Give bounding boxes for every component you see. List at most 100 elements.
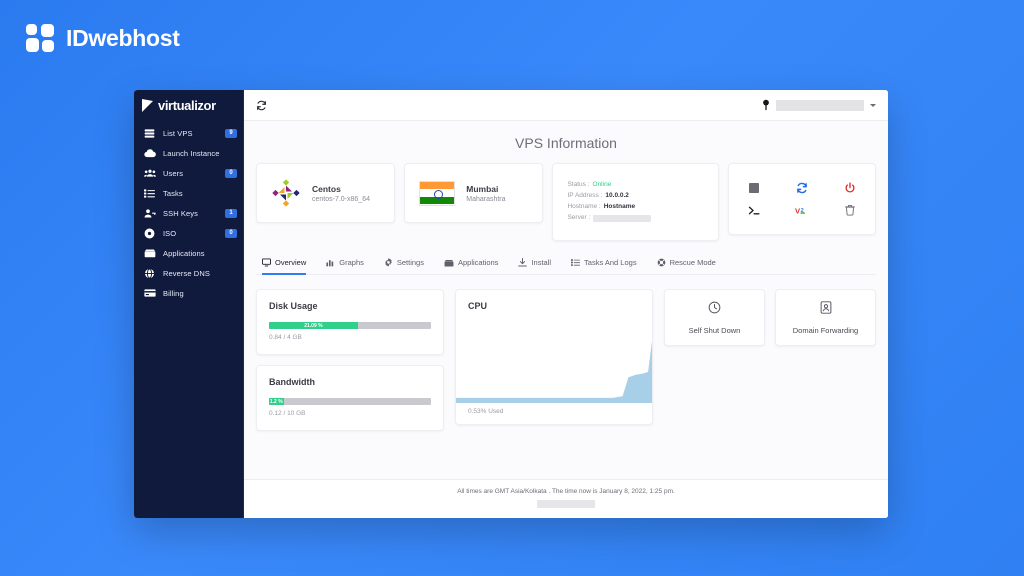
bandwidth-detail: 0.12 / 10 GB — [269, 410, 306, 417]
users-icon — [143, 168, 156, 178]
india-flag-icon — [419, 180, 456, 206]
server-value — [593, 214, 652, 222]
virtualizor-logo[interactable]: virtualizor — [134, 90, 244, 120]
sidebar-item-label: Users — [163, 168, 184, 178]
page-title: VPS Information — [515, 135, 617, 151]
tab-bar: Overview Graphs Settings Applications In… — [256, 252, 876, 275]
cpu-title: CPU — [468, 301, 488, 311]
tab-label: Settings — [396, 258, 424, 267]
console-button[interactable] — [730, 199, 778, 221]
sidebar-item-iso[interactable]: ISO 0 — [134, 223, 244, 243]
tab-label: Overview — [275, 258, 307, 267]
tab-install[interactable]: Install — [518, 252, 551, 275]
chevron-down-icon[interactable] — [870, 103, 876, 107]
footer: All times are GMT Asia/Kolkata . The tim… — [244, 479, 888, 518]
refresh-icon[interactable] — [256, 100, 267, 111]
status-value: Online — [592, 181, 612, 189]
sidebar-item-users[interactable]: Users 0 — [134, 163, 244, 183]
sidebar-item-launch-instance[interactable]: Launch Instance — [134, 143, 244, 163]
vnc-button[interactable]: V 2 — [778, 199, 826, 221]
bandwidth-bar: 1.2 % — [269, 398, 431, 405]
sidebar-item-reverse-dns[interactable]: Reverse DNS — [134, 263, 244, 283]
location-card: Mumbai Maharashtra — [404, 163, 544, 223]
account-name-value[interactable] — [776, 99, 864, 111]
sidebar-item-ssh-keys[interactable]: SSH Keys 1 — [134, 203, 244, 223]
brand-name: IDwebhost — [66, 24, 180, 51]
tab-overview[interactable]: Overview — [262, 252, 307, 275]
disk-usage-bar-fill: 21.09 % — [269, 322, 358, 329]
sidebar: virtualizor List VPS 9 Launch Instance U… — [134, 90, 244, 518]
disk-usage-detail: 0.84 / 4 GB — [269, 334, 302, 341]
power-button[interactable] — [826, 177, 874, 199]
os-card: Centos centos-7.0-x86_64 — [256, 163, 396, 223]
tab-label: Rescue Mode — [669, 258, 716, 267]
restart-button[interactable] — [778, 177, 826, 199]
disk-usage-card: Disk Usage 21.09 % 0.84 / 4 GB — [256, 289, 444, 355]
clock-icon — [708, 301, 721, 319]
hostname-row: Hostname : Hostname — [567, 203, 704, 212]
tab-label: Install — [531, 258, 552, 267]
location-region: Maharashtra — [466, 195, 506, 203]
sidebar-item-tasks[interactable]: Tasks — [134, 183, 244, 203]
os-text: Centos centos-7.0-x86_64 — [312, 184, 370, 203]
sidebar-item-billing[interactable]: Billing — [134, 283, 244, 303]
footer-text: All times are GMT Asia/Kolkata . The tim… — [457, 488, 675, 495]
virtualizor-logo-text: virtualizor — [158, 98, 216, 113]
hostname-label: Hostname : — [567, 203, 601, 210]
task-list-icon — [143, 188, 156, 199]
sidebar-item-label: Applications — [163, 248, 205, 258]
trash-button[interactable] — [826, 199, 874, 221]
domain-forwarding-tile[interactable]: Domain Forwarding — [775, 289, 876, 346]
sidebar-badge: 0 — [225, 228, 237, 238]
sidebar-item-list-vps[interactable]: List VPS 9 — [134, 123, 244, 143]
usage-column: Disk Usage 21.09 % 0.84 / 4 GB Bandwidth — [256, 289, 444, 431]
os-template: centos-7.0-x86_64 — [312, 195, 370, 203]
server-list-icon — [143, 128, 156, 139]
sidebar-nav: List VPS 9 Launch Instance Users 0 Tasks… — [134, 120, 244, 303]
apps-box-icon — [143, 248, 156, 258]
tab-rescue-mode[interactable]: Rescue Mode — [657, 252, 716, 275]
sidebar-badge: 0 — [225, 168, 237, 178]
sidebar-item-label: Tasks — [163, 188, 183, 198]
os-name: Centos — [312, 183, 341, 194]
tab-applications[interactable]: Applications — [444, 252, 498, 275]
user-pin-icon[interactable] — [762, 99, 770, 111]
browser-window: virtualizor List VPS 9 Launch Instance U… — [134, 90, 888, 518]
status-row: Status : Online — [567, 181, 704, 190]
main-area: VPS Information Centos centos-7.0-x86_64… — [244, 90, 888, 518]
quick-action-tiles: Self Shut Down Domain Forwarding — [664, 289, 876, 346]
sidebar-item-label: ISO — [163, 228, 177, 238]
cpu-chart — [456, 317, 652, 403]
sidebar-item-label: SSH Keys — [163, 208, 198, 218]
tile-label: Self Shut Down — [688, 325, 741, 335]
content-area: VPS Information Centos centos-7.0-x86_64… — [244, 121, 888, 479]
idwebhost-brand: IDwebhost — [26, 24, 180, 52]
disc-icon — [143, 228, 156, 239]
disk-usage-percent: 21.09 % — [304, 322, 323, 329]
server-row: Server : — [567, 214, 704, 223]
topbar — [244, 90, 888, 121]
cpu-area-chart — [456, 341, 652, 403]
virtualizor-mark-icon — [142, 99, 153, 112]
globe-icon — [143, 267, 156, 279]
disk-usage-title: Disk Usage — [269, 301, 318, 311]
stop-button[interactable] — [730, 177, 778, 199]
bandwidth-percent: 1.2 % — [269, 398, 283, 405]
cpu-card: CPU 0.53% Used — [455, 289, 653, 425]
tile-label: Domain Forwarding — [792, 325, 859, 335]
tab-graphs[interactable]: Graphs — [326, 252, 364, 275]
vps-actions-card: V 2 — [728, 163, 876, 235]
bandwidth-bar-fill: 1.2 % — [269, 398, 284, 405]
tab-settings[interactable]: Settings — [384, 252, 424, 275]
tab-tasks-and-logs[interactable]: Tasks And Logs — [571, 252, 637, 275]
vps-info-row: Centos centos-7.0-x86_64 Mumbai Maharash… — [256, 163, 876, 241]
ip-label: IP Address : — [567, 192, 603, 200]
footer-redacted-value — [537, 500, 595, 508]
location-text: Mumbai Maharashtra — [466, 184, 505, 203]
self-shut-down-tile[interactable]: Self Shut Down — [664, 289, 765, 346]
sidebar-item-label: Billing — [163, 288, 184, 298]
sidebar-item-applications[interactable]: Applications — [134, 243, 244, 263]
tab-label: Tasks And Logs — [584, 258, 637, 267]
sidebar-item-label: Launch Instance — [163, 148, 220, 158]
hostname-value: Hostname — [603, 203, 636, 210]
